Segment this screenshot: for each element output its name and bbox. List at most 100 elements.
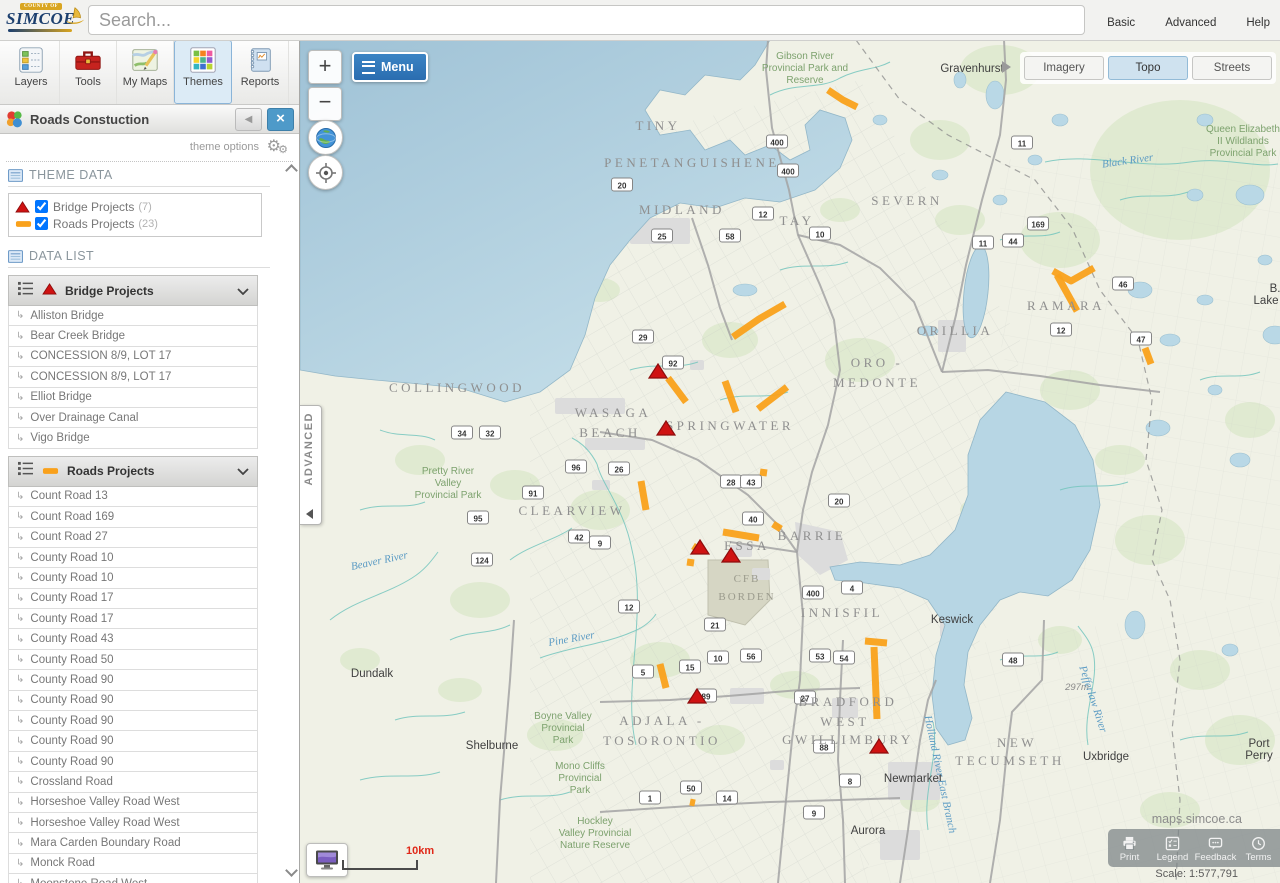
layer-checkbox[interactable]: [35, 200, 48, 213]
list-item[interactable]: Horseshoe Valley Road West: [8, 792, 258, 813]
top-link-help[interactable]: Help: [1246, 17, 1270, 29]
menu-button[interactable]: Menu: [352, 52, 428, 82]
toolbar-button-layers[interactable]: Layers: [3, 40, 60, 104]
basemap-button-imagery[interactable]: Imagery: [1024, 56, 1104, 80]
list-item[interactable]: CONCESSION 8/9, LOT 17: [8, 367, 258, 388]
list-item[interactable]: Vigo Bridge: [8, 428, 258, 449]
triangle-symbol-icon: [42, 282, 57, 300]
locate-button[interactable]: [308, 155, 343, 190]
map-canvas[interactable]: 400 400 20 12 25 58 10 11 169 44 11 46 12 47 29 92 26 28 4…: [300, 40, 1280, 883]
top-link-basic[interactable]: Basic: [1107, 17, 1135, 29]
scroll-down-icon[interactable]: [285, 864, 298, 877]
map-label: Aurora: [851, 825, 886, 837]
route-shield: 12: [752, 206, 774, 221]
svg-text:400: 400: [806, 590, 820, 599]
group-name: Roads Projects: [67, 464, 155, 479]
theme-data-row[interactable]: Roads Projects (23): [15, 215, 255, 232]
group-header-triangle[interactable]: Bridge Projects: [8, 275, 258, 306]
footer-button-legend[interactable]: Legend: [1151, 834, 1194, 863]
panel-close-button[interactable]: [267, 107, 294, 131]
svg-text:91: 91: [529, 490, 538, 499]
section-data-list: DATA LIST: [8, 249, 270, 268]
search-input[interactable]: [88, 5, 1085, 35]
panel-back-button[interactable]: [235, 107, 262, 131]
list-item[interactable]: Elliot Bridge: [8, 387, 258, 408]
top-link-advanced[interactable]: Advanced: [1165, 17, 1216, 29]
list-item[interactable]: Bear Creek Bridge: [8, 326, 258, 347]
svg-text:54: 54: [840, 655, 849, 664]
globe-icon: [315, 127, 336, 148]
list-item[interactable]: Crossland Road: [8, 772, 258, 793]
route-shield: 34: [451, 425, 473, 440]
list-item[interactable]: Mara Carden Boundary Road: [8, 833, 258, 854]
list-item[interactable]: County Road 90: [8, 670, 258, 691]
svg-text:400: 400: [781, 168, 795, 177]
list-item[interactable]: Alliston Bridge: [8, 306, 258, 327]
svg-text:92: 92: [669, 360, 678, 369]
toolbar-button-tools[interactable]: Tools: [60, 40, 117, 104]
map-label: MEDONTE: [833, 375, 921, 390]
theme-options-link[interactable]: theme options: [190, 141, 259, 153]
theme-data-row[interactable]: Bridge Projects (7): [15, 198, 255, 215]
print-icon: [1108, 836, 1151, 851]
map-label: Provincial: [541, 723, 584, 734]
basemap-button-topo[interactable]: Topo: [1108, 56, 1188, 80]
zoom-in-button[interactable]: +: [308, 50, 342, 84]
list-item[interactable]: Over Drainage Canal: [8, 407, 258, 429]
list-item[interactable]: Count Road 13: [8, 486, 258, 508]
toolbar-button-reports[interactable]: Reports: [232, 40, 289, 104]
svg-text:9: 9: [812, 810, 817, 819]
panel-scrollbar[interactable]: [284, 162, 299, 881]
map-label: SPRINGWATER: [666, 418, 794, 433]
advanced-search-tab[interactable]: ADVANCED: [300, 405, 322, 525]
svg-text:1: 1: [648, 795, 653, 804]
group-header-bar[interactable]: Roads Projects: [8, 455, 258, 487]
footer-button-print[interactable]: Print: [1108, 834, 1151, 863]
list-item[interactable]: Moonstone Road West: [8, 874, 258, 883]
list-item[interactable]: County Road 10: [8, 547, 258, 569]
svg-text:400: 400: [770, 139, 784, 148]
route-shield: 91: [522, 485, 544, 500]
list-item[interactable]: County Road 90: [8, 690, 258, 712]
list-item[interactable]: County Road 17: [8, 609, 258, 630]
bar-symbol-icon: [42, 462, 59, 480]
zoom-out-button[interactable]: −: [308, 87, 342, 121]
map-label: SEVERN: [871, 193, 943, 208]
list-item[interactable]: Count Road 169: [8, 507, 258, 528]
toolbar-button-mymaps[interactable]: My Maps: [117, 40, 174, 104]
basemap-button-streets[interactable]: Streets: [1192, 56, 1272, 80]
list-item[interactable]: County Road 50: [8, 649, 258, 671]
map-label: MIDLAND: [639, 202, 725, 217]
footer-button-terms[interactable]: Terms: [1237, 834, 1280, 863]
map-label: Provincial Park: [1210, 148, 1278, 159]
list-item[interactable]: County Road 90: [8, 711, 258, 732]
list-item[interactable]: County Road 43: [8, 629, 258, 650]
list-item[interactable]: Count Road 27: [8, 527, 258, 548]
footer-button-feedback[interactable]: Feedback: [1194, 834, 1237, 863]
route-shield: 95: [467, 510, 489, 525]
list-icon: [17, 281, 34, 301]
route-shield: 47: [1130, 331, 1152, 346]
list-item[interactable]: Monck Road: [8, 853, 258, 875]
theme-panel-content: THEME DATA Bridge Projects (7) Roads Proje…: [0, 160, 284, 883]
map-label: BARRIE: [778, 528, 847, 543]
basemap-collapse-icon[interactable]: [1002, 61, 1011, 73]
route-shield: 92: [662, 355, 684, 370]
map-label: Hockley: [577, 816, 613, 827]
list-item[interactable]: Horseshoe Valley Road West: [8, 812, 258, 834]
map-label: WEST: [820, 714, 869, 729]
route-shield: 11: [1011, 135, 1033, 150]
layer-checkbox[interactable]: [35, 217, 48, 230]
list-item[interactable]: CONCESSION 8/9, LOT 17: [8, 346, 258, 368]
list-item[interactable]: County Road 17: [8, 588, 258, 610]
home-extent-button[interactable]: [308, 120, 343, 155]
list-item[interactable]: County Road 10: [8, 568, 258, 589]
list-item[interactable]: County Road 90: [8, 731, 258, 752]
footer-button-label: Legend: [1156, 851, 1189, 863]
list-item[interactable]: County Road 90: [8, 751, 258, 773]
route-shield: 11: [972, 235, 994, 250]
toolbar-button-themes[interactable]: Themes: [174, 40, 232, 104]
top-bar: COUNTY OF SIMCOE Basic Advanced Help: [0, 0, 1280, 41]
themes-icon: [188, 45, 218, 75]
scroll-up-icon[interactable]: [285, 164, 298, 177]
